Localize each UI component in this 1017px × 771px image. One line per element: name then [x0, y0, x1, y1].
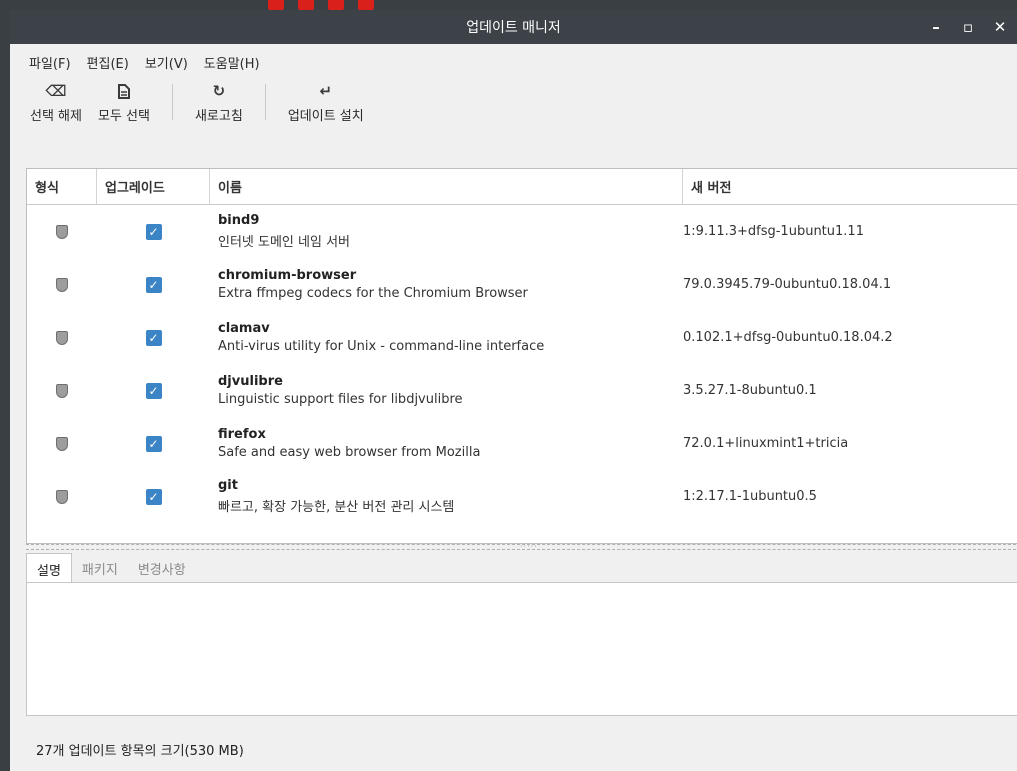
package-description: Anti-virus utility for Unix - command-li… [218, 339, 545, 354]
upgrade-checkbox[interactable]: ✓ [145, 276, 162, 293]
install-updates-label: 업데이트 설치 [287, 109, 364, 124]
list-header: 형식 업그레이드 이름 새 버전 [27, 169, 1017, 205]
package-version: 0.102.1+dfsg-0ubuntu0.18.04.2 [683, 330, 893, 345]
shield-icon [56, 489, 68, 504]
minimize-icon[interactable]: – [923, 15, 949, 39]
package-version: 79.0.3945.79-0ubuntu0.18.04.1 [683, 277, 892, 292]
package-name: chromium-browser [218, 268, 357, 283]
clear-selection-label: 선택 해제 [30, 109, 82, 124]
table-row[interactable]: ✓ git 빠르고, 확장 가능한, 분산 버전 관리 시스템 1:2.17.1… [27, 470, 1017, 523]
tab-description[interactable]: 설명 [26, 553, 72, 584]
select-all-label: 모두 선택 [97, 109, 150, 124]
splitter-grip[interactable]: ····· [520, 543, 538, 551]
shield-icon [56, 277, 68, 292]
shield-icon [56, 330, 68, 345]
menu-edit[interactable]: 편집(E) [79, 53, 137, 72]
toolbar: ⌫ 선택 해제 모두 선택 ↻ 새로고침 ↵ 업데이트 설치 [10, 80, 1017, 138]
clear-selection-button[interactable]: ⌫ 선택 해제 [22, 80, 90, 124]
table-row[interactable]: ✓ firefox Safe and easy web browser from… [27, 417, 1017, 470]
package-name: djvulibre [218, 374, 283, 389]
table-row[interactable]: ✓ bind9 인터넷 도메인 네임 서버 1:9.11.3+dfsg-1ubu… [27, 205, 1017, 258]
upgrade-checkbox[interactable]: ✓ [145, 382, 162, 399]
column-header-name[interactable]: 이름 [210, 169, 683, 204]
window-title: 업데이트 매니저 [466, 20, 561, 36]
menu-help[interactable]: 도움말(H) [196, 53, 268, 72]
column-header-new-version[interactable]: 새 버전 [683, 169, 1017, 204]
menu-bar: 파일(F) 편집(E) 보기(V) 도움말(H) [10, 44, 1017, 80]
menu-file[interactable]: 파일(F) [20, 53, 79, 72]
shield-icon [56, 224, 68, 239]
red-marker [328, 0, 344, 10]
window-controls: – ▫ ✕ [923, 10, 1013, 44]
upgrade-checkbox[interactable]: ✓ [145, 329, 162, 346]
refresh-icon: ↻ [212, 82, 226, 100]
maximize-icon[interactable]: ▫ [955, 15, 981, 39]
package-version: 3.5.27.1-8ubuntu0.1 [683, 383, 817, 398]
detail-tabs: 설명 패키지 변경사항 [26, 553, 196, 584]
upgrade-checkbox[interactable]: ✓ [145, 435, 162, 452]
document-icon [117, 80, 130, 102]
toolbar-separator [264, 84, 266, 120]
refresh-button[interactable]: ↻ 새로고침 [187, 80, 251, 124]
title-bar[interactable]: 업데이트 매니저 – ▫ ✕ [10, 10, 1017, 44]
install-updates-button[interactable]: ↵ 업데이트 설치 [280, 80, 372, 124]
package-name: git [218, 478, 238, 493]
upgrade-checkbox[interactable]: ✓ [145, 223, 162, 240]
package-name: clamav [218, 321, 270, 336]
shield-icon [56, 436, 68, 451]
refresh-label: 새로고침 [194, 109, 243, 124]
package-description: Extra ffmpeg codecs for the Chromium Bro… [218, 286, 528, 301]
column-header-type[interactable]: 형식 [27, 169, 97, 204]
toolbar-separator [171, 84, 173, 120]
tab-changelog[interactable]: 변경사항 [128, 553, 196, 583]
table-row[interactable]: ✓ clamav Anti-virus utility for Unix - c… [27, 311, 1017, 364]
tab-packages[interactable]: 패키지 [72, 553, 128, 583]
backspace-icon: ⌫ [45, 82, 67, 100]
pane-splitter[interactable]: ····· [26, 543, 1017, 551]
red-marker [268, 0, 284, 10]
red-marker [298, 0, 314, 10]
update-manager-window: 업데이트 매니저 – ▫ ✕ 파일(F) 편집(E) 보기(V) 도움말(H) … [10, 10, 1017, 771]
column-header-upgrade[interactable]: 업그레이드 [97, 169, 210, 204]
upgrade-checkbox[interactable]: ✓ [145, 488, 162, 505]
package-version: 1:9.11.3+dfsg-1ubuntu1.11 [683, 224, 864, 239]
shield-icon [56, 383, 68, 398]
update-list: 형식 업그레이드 이름 새 버전 ✓ bind9 인터넷 도메인 네임 서버 1… [26, 168, 1017, 544]
package-version: 1:2.17.1-1ubuntu0.5 [683, 489, 817, 504]
menu-view[interactable]: 보기(V) [137, 53, 196, 72]
red-marker [358, 0, 374, 10]
return-arrow-icon: ↵ [319, 82, 333, 100]
package-description: Safe and easy web browser from Mozilla [218, 445, 481, 460]
package-version: 72.0.1+linuxmint1+tricia [683, 436, 849, 451]
package-name: firefox [218, 427, 266, 442]
package-description: Linguistic support files for libdjvulibr… [218, 392, 463, 407]
package-description: 빠르고, 확장 가능한, 분산 버전 관리 시스템 [218, 500, 455, 515]
table-row[interactable]: ✓ chromium-browser Extra ffmpeg codecs f… [27, 258, 1017, 311]
package-name: bind9 [218, 213, 260, 228]
close-icon[interactable]: ✕ [987, 15, 1013, 39]
select-all-button[interactable]: 모두 선택 [90, 80, 158, 124]
red-tab-markers [268, 0, 374, 10]
status-text: 27개 업데이트 항목의 크기(530 MB) [36, 744, 244, 759]
table-row[interactable]: ✓ djvulibre Linguistic support files for… [27, 364, 1017, 417]
description-pane [26, 582, 1017, 716]
package-description: 인터넷 도메인 네임 서버 [218, 235, 350, 250]
